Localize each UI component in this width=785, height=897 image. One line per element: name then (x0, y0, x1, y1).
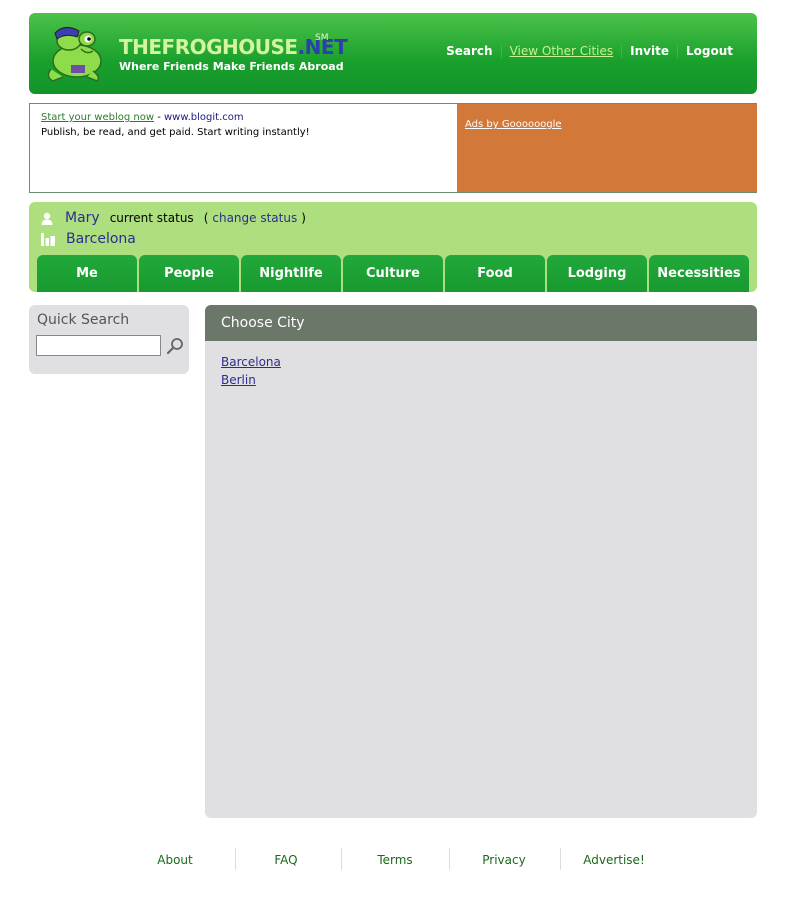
city-link-barcelona[interactable]: Barcelona (221, 353, 281, 371)
logo-tagline: Where Friends Make Friends Abroad (119, 60, 344, 73)
nav-logout[interactable]: Logout (676, 44, 741, 58)
footer-advertise[interactable]: Advertise! (571, 848, 657, 872)
footer-terms[interactable]: Terms (352, 848, 438, 872)
city-list: Barcelona Berlin (221, 353, 281, 389)
ad-body: Publish, be read, and get paid. Start wr… (41, 127, 310, 138)
ad-text: Start your weblog now - www.blogit.com P… (41, 110, 310, 140)
user-row: Mary current status ( change status ) (41, 210, 306, 226)
tab-nightlife[interactable]: Nightlife (241, 255, 341, 292)
city-row: Barcelona (41, 231, 136, 247)
tab-me[interactable]: Me (37, 255, 137, 292)
ad-panel: Ads by Goooooogle (457, 104, 757, 192)
footer-divider (449, 848, 450, 870)
footer: About FAQ Terms Privacy Advertise! (0, 848, 785, 872)
logo-text[interactable]: THEFROGHOUSE.NET SM Where Friends Make F… (119, 33, 348, 73)
tab-necessities[interactable]: Necessities (649, 255, 749, 292)
nav-search[interactable]: Search (438, 44, 500, 58)
footer-divider (560, 848, 561, 870)
tab-food[interactable]: Food (445, 255, 545, 292)
quick-search-title: Quick Search (37, 312, 130, 328)
tab-people[interactable]: People (139, 255, 239, 292)
logo-title: THEFROGHOUSE.NET (119, 35, 348, 59)
user-name[interactable]: Mary (65, 210, 100, 226)
status-label: current status (109, 211, 194, 225)
footer-about[interactable]: About (130, 848, 220, 872)
status-paren-close: ) (301, 211, 306, 225)
nav-invite[interactable]: Invite (621, 44, 677, 58)
current-city[interactable]: Barcelona (66, 231, 136, 247)
site-header: THEFROGHOUSE.NET SM Where Friends Make F… (29, 13, 757, 94)
frog-logo-icon[interactable] (41, 25, 107, 83)
quick-search-panel: Quick Search (29, 305, 189, 374)
status-paren-open: ( (203, 211, 209, 225)
ad-url[interactable]: www.blogit.com (164, 112, 244, 123)
user-icon (41, 212, 53, 225)
search-icon[interactable] (166, 337, 184, 355)
logo-service-mark: SM (315, 33, 329, 43)
change-status-link[interactable]: change status (212, 211, 297, 225)
status-bar: Mary current status ( change status ) Ba… (29, 202, 757, 292)
section-tabs: Me People Nightlife Culture Food Lodging… (37, 255, 751, 292)
tab-lodging[interactable]: Lodging (547, 255, 647, 292)
nav-view-other-cities[interactable]: View Other Cities (500, 44, 622, 58)
tab-culture[interactable]: Culture (343, 255, 443, 292)
top-nav: Search View Other Cities Invite Logout (438, 44, 741, 58)
ads-by-link[interactable]: Ads by Goooooogle (465, 119, 562, 130)
ad-link[interactable]: Start your weblog now (41, 112, 154, 123)
footer-privacy[interactable]: Privacy (460, 848, 548, 872)
main-panel: Choose City Barcelona Berlin (205, 305, 757, 818)
page-title: Choose City (205, 305, 757, 341)
quick-search-input[interactable] (36, 335, 161, 356)
city-buildings-icon (41, 232, 55, 246)
footer-faq[interactable]: FAQ (246, 848, 326, 872)
ad-separator: - (157, 112, 161, 123)
city-link-berlin[interactable]: Berlin (221, 371, 281, 389)
footer-divider (235, 848, 236, 870)
footer-divider (341, 848, 342, 870)
ad-banner: Start your weblog now - www.blogit.com P… (29, 103, 757, 193)
